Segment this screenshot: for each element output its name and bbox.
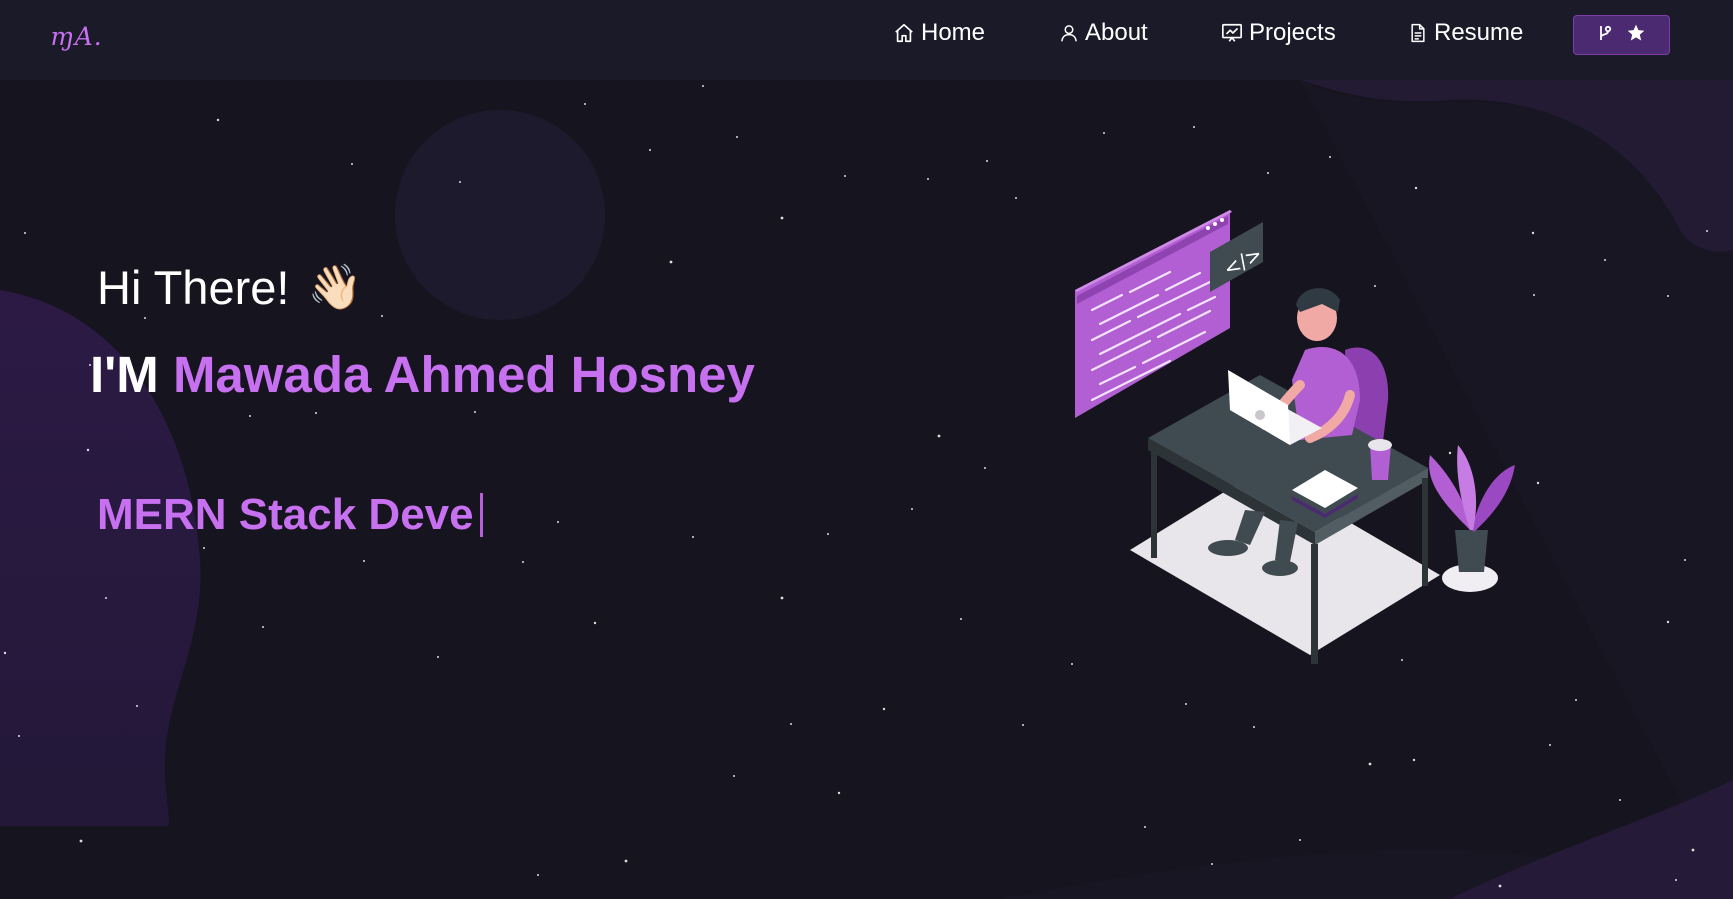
projects-icon	[1221, 22, 1243, 44]
nav-label-resume: Resume	[1434, 19, 1524, 46]
typewriter-text: MERN Stack Deve	[97, 490, 483, 540]
github-star-button[interactable]	[1573, 15, 1670, 55]
nav-item-about[interactable]: About	[1059, 19, 1148, 47]
home-icon	[893, 22, 915, 44]
nav-item-home[interactable]: Home	[893, 19, 985, 47]
document-icon	[1408, 22, 1428, 44]
navbar: ɱA. Home About Projects Resume	[0, 0, 1733, 80]
intro-heading: I'M Mawada Ahmed Hosney	[90, 345, 755, 404]
nav-label-home: Home	[921, 19, 986, 46]
nav-label-projects: Projects	[1249, 19, 1336, 46]
typewriter-caret	[479, 493, 483, 537]
greeting-heading: Hi There! 👋🏻	[97, 260, 362, 315]
nav-item-projects[interactable]: Projects	[1221, 19, 1336, 47]
typewriter-value: MERN Stack Deve	[97, 490, 474, 539]
user-icon	[1059, 22, 1079, 44]
nav-label-about: About	[1085, 19, 1148, 46]
star-icon	[1626, 23, 1646, 48]
developer-illustration: </>	[1060, 200, 1520, 670]
git-fork-icon	[1598, 24, 1612, 47]
owner-name: Mawada Ahmed Hosney	[172, 346, 755, 403]
greeting-text: Hi There!	[97, 261, 290, 314]
intro-prefix: I'M	[90, 346, 159, 403]
site-logo[interactable]: ɱA.	[50, 22, 103, 51]
nav-item-resume[interactable]: Resume	[1408, 19, 1523, 47]
waving-hand-icon: 👋🏻	[307, 262, 363, 312]
